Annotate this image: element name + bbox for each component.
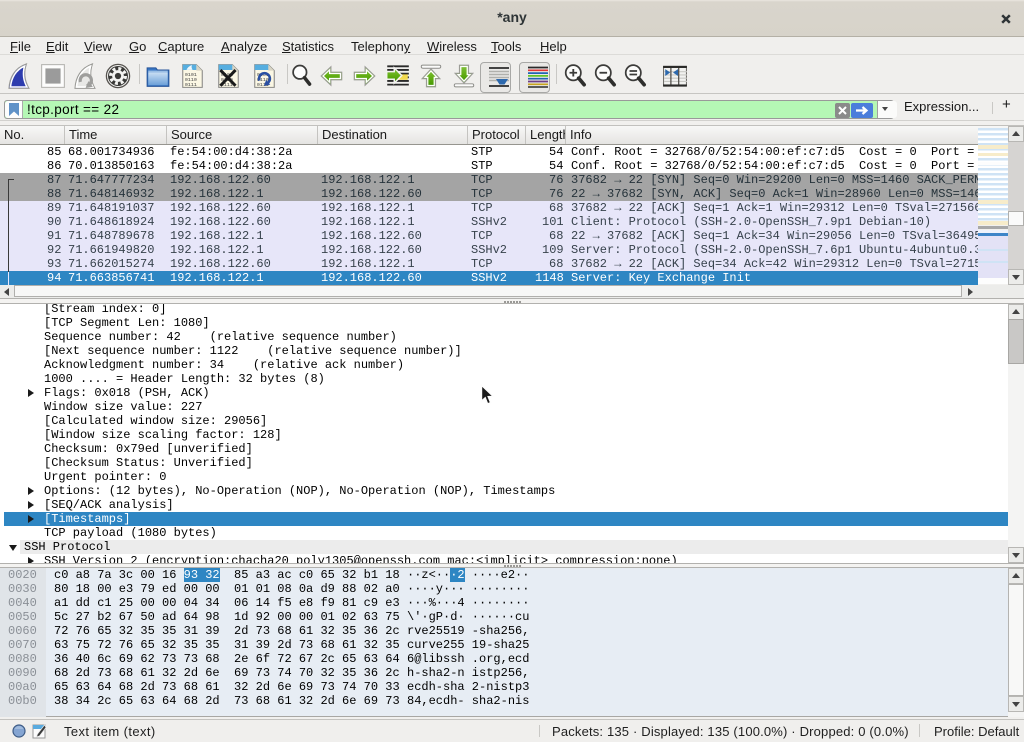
- svg-text:0111: 0111: [185, 82, 197, 88]
